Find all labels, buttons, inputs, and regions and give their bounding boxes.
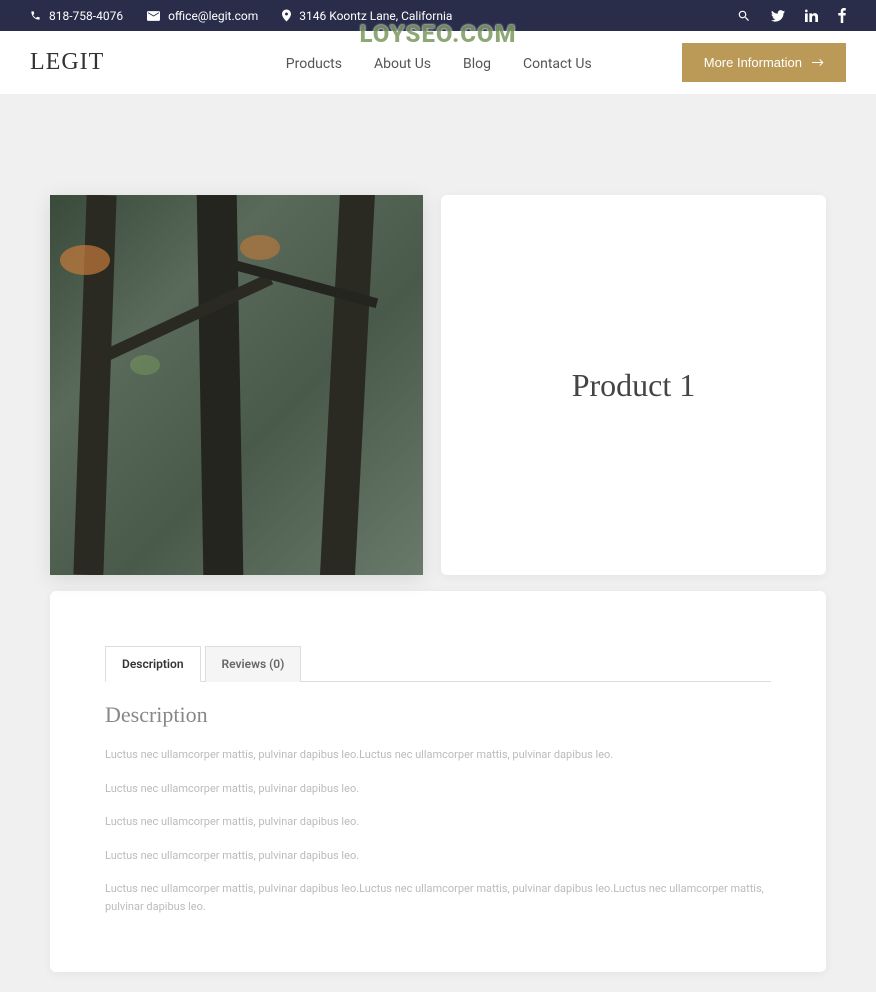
linkedin-icon[interactable] xyxy=(805,9,818,22)
logo[interactable]: LEGIT xyxy=(30,49,104,76)
product-image[interactable] xyxy=(50,195,423,575)
twitter-icon[interactable] xyxy=(771,10,785,22)
facebook-icon[interactable] xyxy=(838,8,846,23)
search-icon[interactable] xyxy=(737,9,751,23)
product-row: Product 1 xyxy=(50,195,826,575)
nav-about[interactable]: About Us xyxy=(374,56,431,72)
nav-menu: Products About Us Blog Contact Us xyxy=(286,53,592,72)
phone-icon xyxy=(30,10,41,21)
email-text: office@legit.com xyxy=(168,9,258,23)
description-paragraph: Luctus nec ullamcorper mattis, pulvinar … xyxy=(105,780,771,798)
tab-description[interactable]: Description xyxy=(105,646,201,682)
more-info-button[interactable]: More Information xyxy=(682,43,846,82)
cta-label: More Information xyxy=(704,55,802,70)
description-heading: Description xyxy=(105,702,771,728)
description-paragraph: Luctus nec ullamcorper mattis, pulvinar … xyxy=(105,813,771,831)
watermark-overlay: LOYSEO.COM xyxy=(359,20,516,48)
phone-link[interactable]: 818-758-4076 xyxy=(30,9,123,23)
map-marker-icon xyxy=(282,9,291,22)
nav-contact[interactable]: Contact Us xyxy=(523,56,592,72)
envelope-icon xyxy=(147,11,160,21)
details-card: Description Reviews (0) Description Luct… xyxy=(50,591,826,972)
description-paragraph: Luctus nec ullamcorper mattis, pulvinar … xyxy=(105,847,771,865)
phone-text: 818-758-4076 xyxy=(49,9,123,23)
product-info-card: Product 1 xyxy=(441,195,826,575)
tab-reviews[interactable]: Reviews (0) xyxy=(205,646,302,682)
nav-blog[interactable]: Blog xyxy=(463,56,491,72)
topbar-right xyxy=(737,8,846,23)
nav-products[interactable]: Products xyxy=(286,56,342,72)
arrow-right-icon xyxy=(812,59,824,67)
product-title: Product 1 xyxy=(572,367,696,404)
main-content: Product 1 Description Reviews (0) Descri… xyxy=(0,95,876,992)
description-paragraph: Luctus nec ullamcorper mattis, pulvinar … xyxy=(105,746,771,764)
description-paragraph: Luctus nec ullamcorper mattis, pulvinar … xyxy=(105,880,771,915)
tabs: Description Reviews (0) xyxy=(105,646,771,682)
email-link[interactable]: office@legit.com xyxy=(147,9,258,23)
